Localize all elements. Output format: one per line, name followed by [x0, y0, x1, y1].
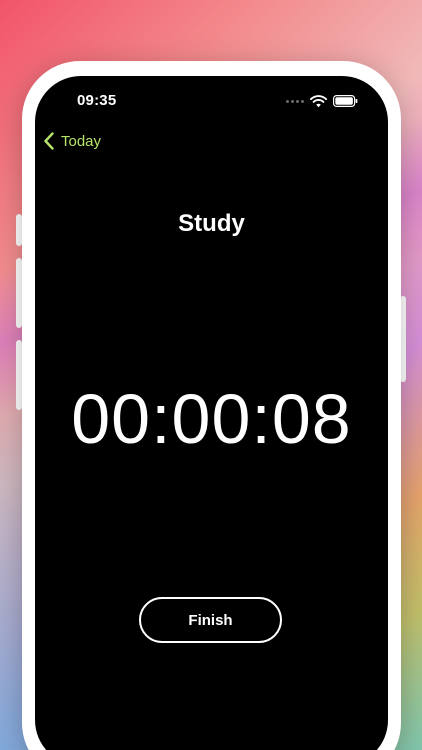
chevron-left-icon [44, 132, 54, 150]
session-title: Study [178, 210, 245, 237]
elapsed-timer: 00:00:08 [71, 380, 352, 458]
back-label: Today [61, 132, 102, 150]
finish-button[interactable]: Finish [139, 597, 282, 643]
phone-screen: 09:35 Today Study 00:00:08 Finish [35, 76, 388, 750]
signal-icon [286, 99, 304, 103]
back-button[interactable]: Today [43, 132, 101, 150]
status-time: 09:35 [77, 92, 117, 109]
wifi-icon [310, 94, 327, 107]
status-icons [286, 94, 358, 108]
battery-icon [333, 95, 358, 107]
